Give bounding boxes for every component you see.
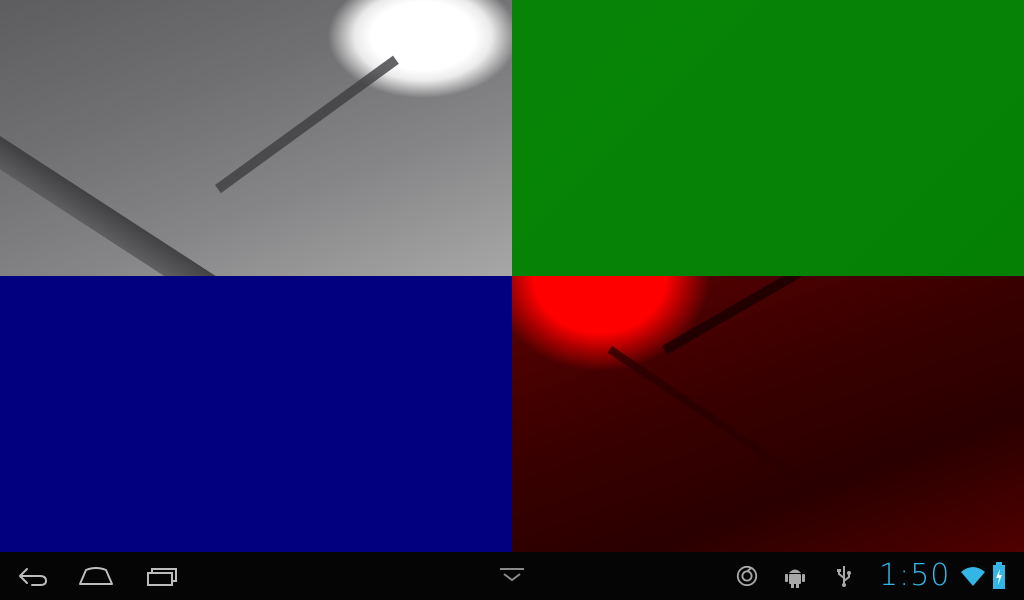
camera-view-green-channel [512,0,1024,276]
home-button[interactable] [74,558,118,594]
ceiling-beam [607,346,811,487]
home-icon [79,567,113,585]
android-debug-icon [785,569,805,588]
android-debug-notification[interactable] [783,564,807,588]
recent-apps-icon [147,568,177,586]
ceiling-beam [0,110,497,276]
usb-icon [837,566,851,587]
chevron-down-icon [500,568,524,582]
ceiling-beam [662,276,1024,355]
camera-view-original [0,0,512,276]
back-icon [19,568,47,586]
system-bar: 1:50 [0,552,1024,600]
hide-navigation-button[interactable] [490,558,534,594]
camera-view-red-channel [512,276,1024,552]
recent-apps-button[interactable] [140,558,184,594]
usb-notification[interactable] [832,564,856,588]
ceiling-beam [215,55,399,194]
sync-notification[interactable] [735,564,759,588]
wifi-icon [961,567,985,586]
sync-icon [736,565,758,587]
clock[interactable]: 1:50 [879,557,950,595]
back-button[interactable] [10,558,54,594]
battery-charging-icon [993,562,1005,589]
camera-view-blue-channel [0,276,512,552]
